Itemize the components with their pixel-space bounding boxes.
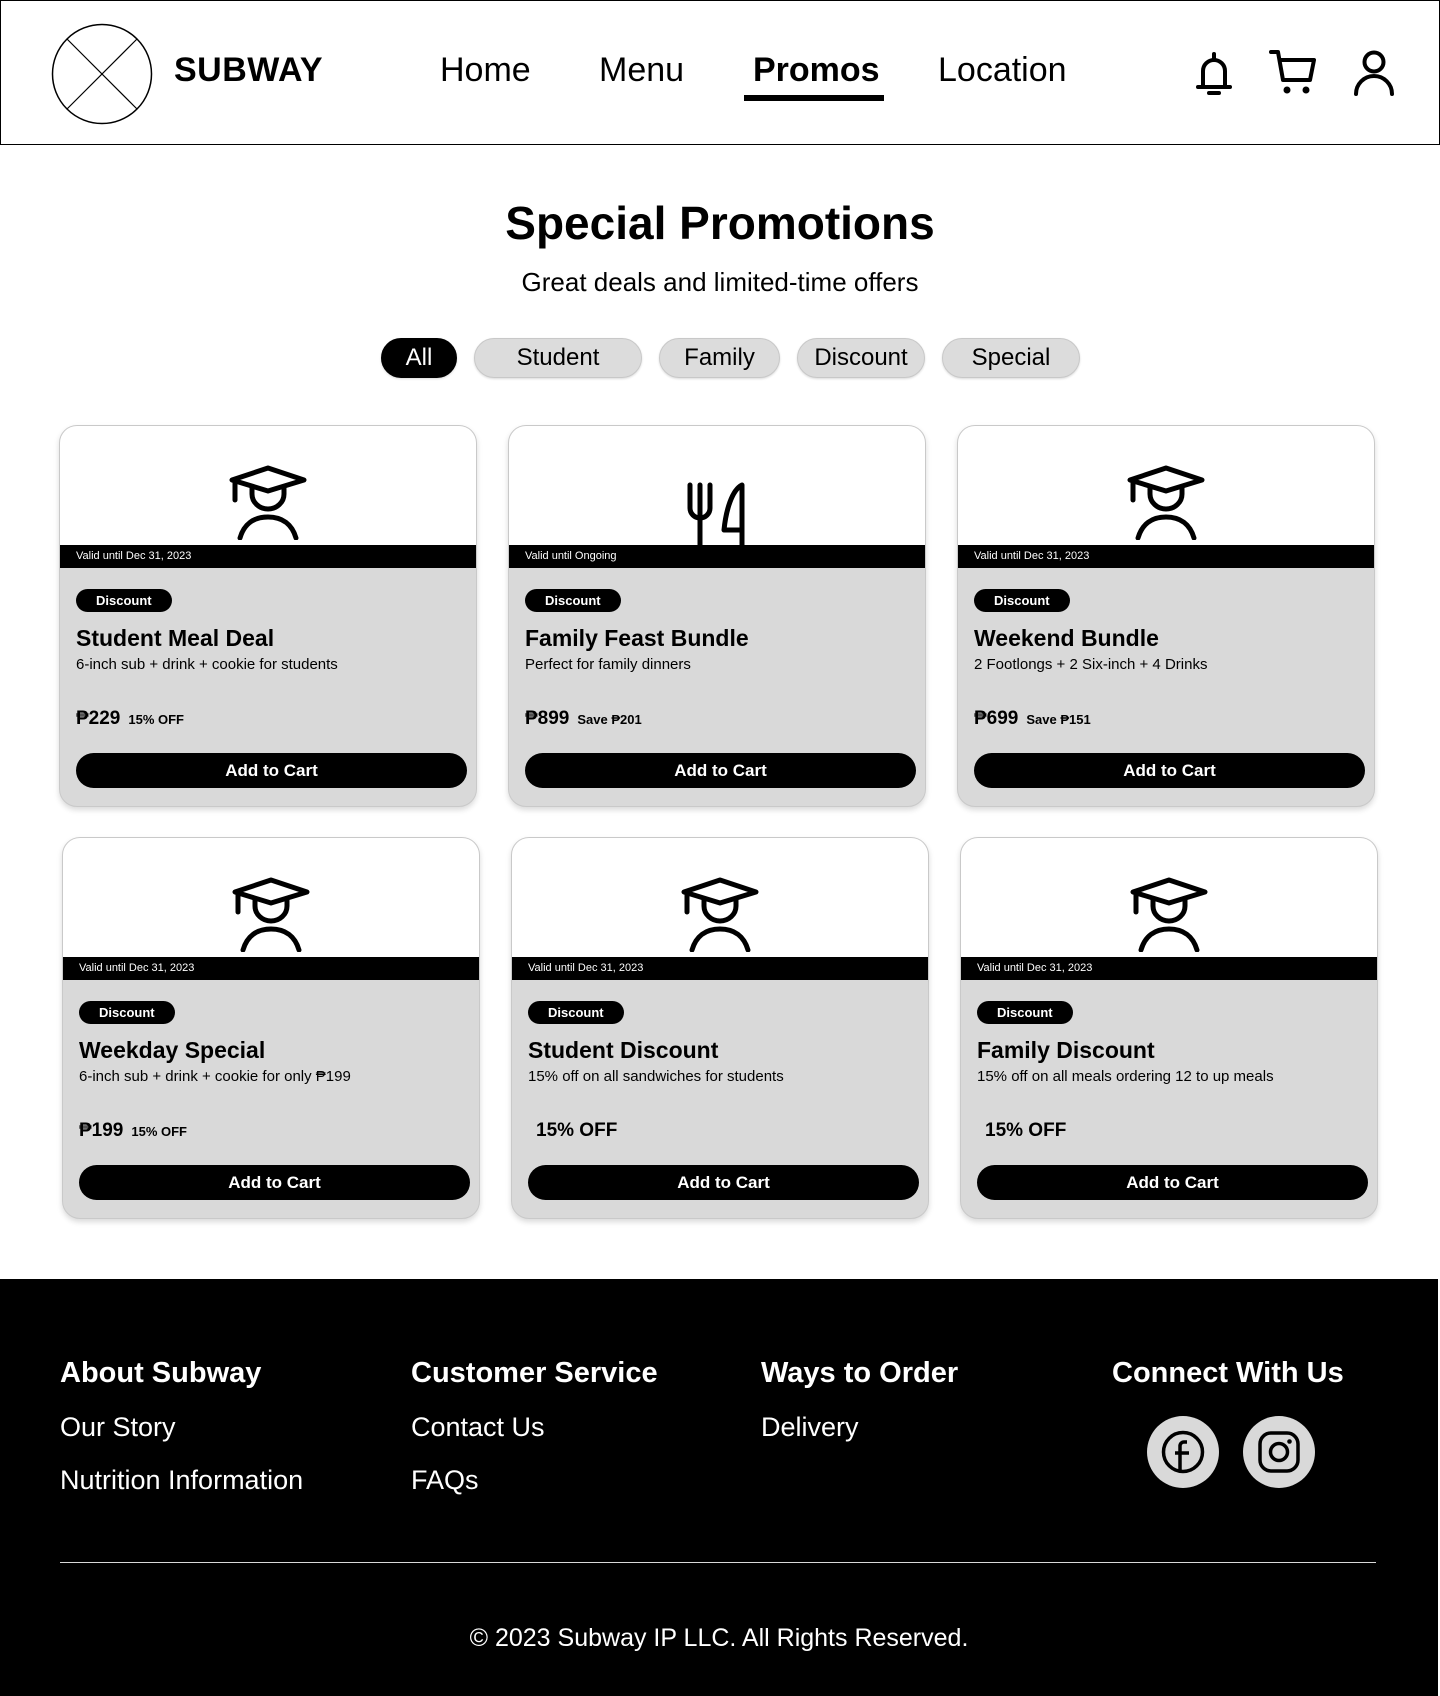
graduation-cap-icon (1126, 460, 1206, 540)
promo-card: Valid until Dec 31, 2023 Discount Family… (960, 837, 1378, 1219)
promo-savings: 15% OFF (128, 712, 184, 727)
add-to-cart-button[interactable]: Add to Cart (974, 753, 1365, 788)
graduation-cap-icon (231, 872, 311, 952)
copyright-text: © 2023 Subway IP LLC. All Rights Reserve… (469, 1624, 969, 1652)
promo-card: Valid until Dec 31, 2023 Discount Weeken… (957, 425, 1375, 807)
promo-price: ₱229 (76, 708, 121, 729)
promo-description: 6-inch sub + drink + cookie for students (76, 656, 338, 673)
footer-heading: Ways to Order (761, 1357, 959, 1389)
footer-column-about: About Subway Our Story Nutrition Informa… (60, 1357, 303, 1496)
promo-badge: Discount (974, 589, 1070, 612)
instagram-icon (1258, 1431, 1300, 1473)
promo-description: 15% off on all sandwiches for students (528, 1068, 784, 1085)
footer-link-contact[interactable]: Contact Us (411, 1412, 658, 1443)
promo-price: ₱699 (974, 708, 1019, 729)
nav-home[interactable]: Home (440, 51, 531, 90)
add-to-cart-button[interactable]: Add to Cart (977, 1165, 1368, 1200)
promo-badge: Discount (79, 1001, 175, 1024)
add-to-cart-button[interactable]: Add to Cart (528, 1165, 919, 1200)
site-footer: About Subway Our Story Nutrition Informa… (0, 1279, 1438, 1696)
graduation-cap-icon (680, 872, 760, 952)
site-header: SUBWAY Home Menu Promos Location (0, 0, 1440, 145)
validity-text: Valid until Ongoing (509, 545, 925, 568)
filter-special[interactable]: Special (942, 338, 1080, 378)
promo-badge: Discount (528, 1001, 624, 1024)
footer-link-nutrition[interactable]: Nutrition Information (60, 1465, 303, 1496)
filter-all[interactable]: All (381, 338, 457, 378)
user-icon[interactable] (1349, 47, 1399, 99)
cart-icon[interactable] (1268, 47, 1318, 99)
promo-price: ₱899 (525, 708, 570, 729)
promo-badge: Discount (76, 589, 172, 612)
promo-card: Valid until Ongoing Discount Family Feas… (508, 425, 926, 807)
promo-card: Valid until Dec 31, 2023 Discount Weekda… (62, 837, 480, 1219)
active-nav-indicator (744, 95, 884, 101)
fork-knife-icon (687, 482, 745, 552)
promo-savings: 15% OFF (131, 1124, 187, 1139)
promo-description: 2 Footlongs + 2 Six-inch + 4 Drinks (974, 656, 1208, 673)
promo-savings: 15% OFF (985, 1120, 1067, 1141)
footer-heading: About Subway (60, 1357, 262, 1389)
add-to-cart-button[interactable]: Add to Cart (79, 1165, 470, 1200)
nav-promos[interactable]: Promos (753, 51, 880, 90)
validity-text: Valid until Dec 31, 2023 (958, 545, 1374, 568)
page-title: Special Promotions (505, 197, 935, 249)
promo-title: Family Discount (977, 1037, 1155, 1063)
promo-savings: Save ₱201 (577, 712, 642, 727)
validity-text: Valid until Dec 31, 2023 (512, 957, 928, 980)
nav-menu[interactable]: Menu (599, 51, 684, 90)
validity-text: Valid until Dec 31, 2023 (961, 957, 1377, 980)
promo-title: Student Discount (528, 1037, 719, 1063)
promo-description: Perfect for family dinners (525, 656, 691, 673)
promo-title: Family Feast Bundle (525, 625, 749, 651)
footer-heading: Connect With Us (1112, 1357, 1344, 1389)
promo-badge: Discount (525, 589, 621, 612)
add-to-cart-button[interactable]: Add to Cart (76, 753, 467, 788)
logo-placeholder-icon[interactable] (51, 23, 153, 125)
instagram-button[interactable] (1243, 1416, 1315, 1488)
nav-location[interactable]: Location (938, 51, 1067, 90)
brand-name[interactable]: SUBWAY (174, 51, 323, 90)
promo-savings: Save ₱151 (1026, 712, 1091, 727)
footer-column-customer-service: Customer Service Contact Us FAQs (411, 1357, 658, 1496)
promo-savings: 15% OFF (536, 1120, 618, 1141)
facebook-button[interactable] (1147, 1416, 1219, 1488)
graduation-cap-icon (1129, 872, 1209, 952)
promo-title: Weekend Bundle (974, 625, 1159, 651)
filter-family[interactable]: Family (659, 338, 780, 378)
promo-description: 15% off on all meals ordering 12 to up m… (977, 1068, 1274, 1085)
footer-heading: Customer Service (411, 1357, 658, 1389)
footer-link-faqs[interactable]: FAQs (411, 1465, 658, 1496)
footer-column-connect: Connect With Us (1112, 1357, 1344, 1390)
validity-text: Valid until Dec 31, 2023 (60, 545, 476, 568)
footer-divider (60, 1562, 1376, 1563)
promo-title: Student Meal Deal (76, 625, 275, 651)
add-to-cart-button[interactable]: Add to Cart (525, 753, 916, 788)
bell-icon[interactable] (1189, 47, 1239, 99)
promo-card: Valid until Dec 31, 2023 Discount Studen… (511, 837, 929, 1219)
promo-title: Weekday Special (79, 1037, 266, 1063)
page-subtitle: Great deals and limited-time offers (521, 267, 919, 297)
promo-description: 6-inch sub + drink + cookie for only ₱19… (79, 1068, 351, 1085)
footer-column-ways-to-order: Ways to Order Delivery (761, 1357, 958, 1443)
facebook-icon (1161, 1430, 1205, 1474)
filter-discount[interactable]: Discount (797, 338, 925, 378)
graduation-cap-icon (228, 460, 308, 540)
validity-text: Valid until Dec 31, 2023 (63, 957, 479, 980)
footer-link-delivery[interactable]: Delivery (761, 1412, 958, 1443)
filter-student[interactable]: Student (474, 338, 642, 378)
promo-price: ₱199 (79, 1120, 124, 1141)
promo-card: Valid until Dec 31, 2023 Discount Studen… (59, 425, 477, 807)
promo-badge: Discount (977, 1001, 1073, 1024)
footer-link-our-story[interactable]: Our Story (60, 1412, 303, 1443)
